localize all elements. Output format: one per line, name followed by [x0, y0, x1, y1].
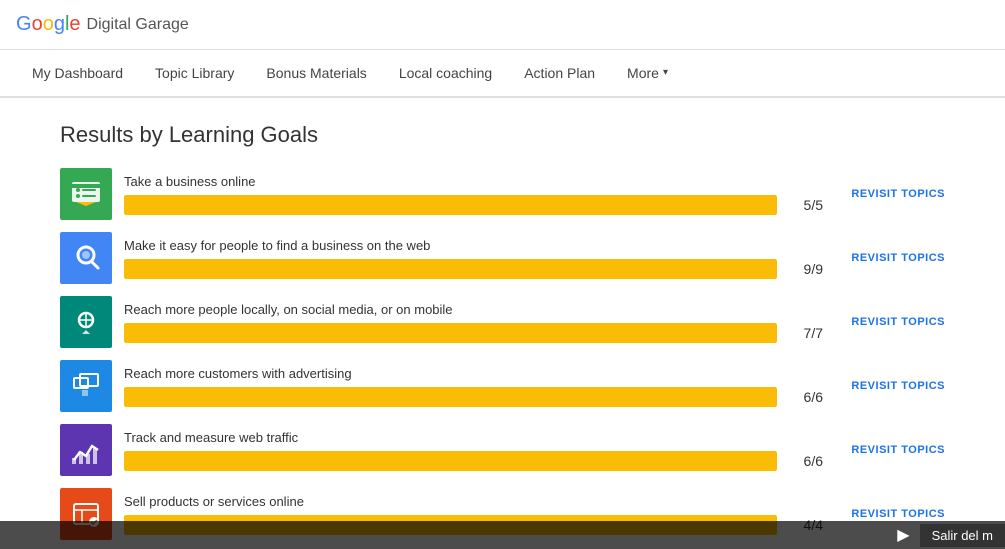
goal-label: Make it easy for people to find a busine… — [124, 238, 823, 253]
digital-garage-text: Digital Garage — [87, 16, 189, 34]
nav-local-coaching[interactable]: Local coaching — [383, 50, 508, 98]
goal-row: Track and measure web traffic 6/6 REVISIT … — [60, 424, 945, 476]
bar-container: 6/6 — [124, 387, 823, 407]
revisit-topics-button[interactable]: REVISIT TOPICS — [835, 508, 945, 520]
goal-row: Take a business online 5/5 REVISIT TOPICS — [60, 168, 945, 220]
progress-bar-fill — [124, 451, 777, 471]
goal-content-3: Reach more people locally, on social med… — [124, 302, 823, 343]
bottom-overlay: ▶ Salir del m — [0, 521, 1005, 549]
goal-icon-3 — [60, 296, 112, 348]
revisit-topics-button[interactable]: REVISIT TOPICS — [835, 316, 945, 328]
bar-container: 5/5 — [124, 195, 823, 215]
nav-bonus-materials[interactable]: Bonus Materials — [250, 50, 382, 98]
progress-bar-fill — [124, 259, 777, 279]
bar-container: 9/9 — [124, 259, 823, 279]
progress-bar-fill — [124, 195, 777, 215]
progress-bar-track — [124, 451, 777, 471]
goal-content-1: Take a business online 5/5 — [124, 174, 823, 215]
header: Google Digital Garage — [0, 0, 1005, 50]
goal-score: 6/6 — [787, 389, 823, 405]
goal-label: Take a business online — [124, 174, 823, 189]
goal-label: Reach more customers with advertising — [124, 366, 823, 381]
chevron-down-icon: ▾ — [663, 67, 668, 78]
bar-container: 6/6 — [124, 451, 823, 471]
nav-action-plan[interactable]: Action Plan — [508, 50, 611, 98]
revisit-topics-button[interactable]: REVISIT TOPICS — [835, 252, 945, 264]
goal-label: Sell products or services online — [124, 494, 823, 509]
goal-icon-1 — [60, 168, 112, 220]
navigation: My Dashboard Topic Library Bonus Materia… — [0, 50, 1005, 98]
goal-content-5: Track and measure web traffic 6/6 — [124, 430, 823, 471]
progress-bar-track — [124, 259, 777, 279]
goal-score: 6/6 — [787, 453, 823, 469]
goal-row: Reach more people locally, on social med… — [60, 296, 945, 348]
goal-row: Reach more customers with advertising 6/6… — [60, 360, 945, 412]
goal-row: Make it easy for people to find a busine… — [60, 232, 945, 284]
progress-bar-track — [124, 387, 777, 407]
bar-container: 7/7 — [124, 323, 823, 343]
goals-list: Take a business online 5/5 REVISIT TOPICS M… — [60, 168, 945, 549]
main-content: Results by Learning Goals Take a busines… — [0, 98, 1005, 549]
salir-button[interactable]: Salir del m — [920, 524, 1005, 547]
goal-content-2: Make it easy for people to find a busine… — [124, 238, 823, 279]
goal-content-4: Reach more customers with advertising 6/6 — [124, 366, 823, 407]
revisit-topics-button[interactable]: REVISIT TOPICS — [835, 188, 945, 200]
nav-topic-library[interactable]: Topic Library — [139, 50, 250, 98]
page-title: Results by Learning Goals — [60, 122, 945, 148]
progress-bar-track — [124, 323, 777, 343]
goal-label: Reach more people locally, on social med… — [124, 302, 823, 317]
goal-score: 9/9 — [787, 261, 823, 277]
play-icon[interactable]: ▶ — [897, 525, 909, 545]
logo: Google Digital Garage — [16, 13, 189, 36]
nav-my-dashboard[interactable]: My Dashboard — [16, 50, 139, 98]
goal-label: Track and measure web traffic — [124, 430, 823, 445]
revisit-topics-button[interactable]: REVISIT TOPICS — [835, 380, 945, 392]
goal-icon-5 — [60, 424, 112, 476]
google-logo: Google — [16, 13, 81, 36]
goal-score: 7/7 — [787, 325, 823, 341]
goal-icon-2 — [60, 232, 112, 284]
progress-bar-fill — [124, 387, 777, 407]
progress-bar-track — [124, 195, 777, 215]
nav-more[interactable]: More ▾ — [611, 50, 684, 98]
goal-icon-4 — [60, 360, 112, 412]
progress-bar-fill — [124, 323, 777, 343]
goal-score: 5/5 — [787, 197, 823, 213]
revisit-topics-button[interactable]: REVISIT TOPICS — [835, 444, 945, 456]
